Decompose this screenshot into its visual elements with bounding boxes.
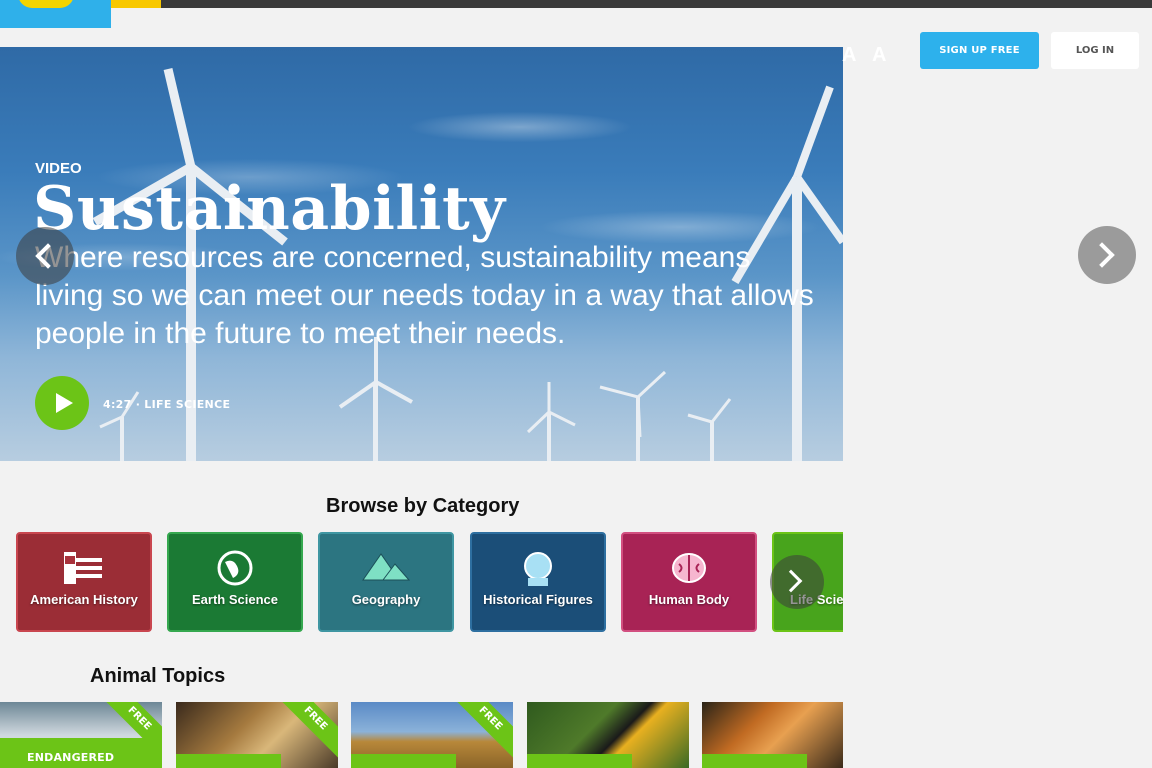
- portrait-icon: [524, 552, 552, 586]
- text-size-small-toggle[interactable]: A: [842, 44, 856, 67]
- sign-up-button[interactable]: SIGN UP FREE: [920, 32, 1039, 69]
- animal-topics-title: Animal Topics: [90, 665, 226, 687]
- category-label: Geography: [351, 592, 421, 607]
- brain-icon: [672, 553, 706, 583]
- category-card-earth-science[interactable]: Earth Science: [167, 532, 303, 632]
- animal-card-endangered[interactable]: FREE ENDANGERED: [0, 702, 162, 768]
- hero-prev-button[interactable]: [16, 227, 74, 285]
- top-bar-accent: [111, 0, 161, 8]
- category-label: Earth Science: [192, 592, 278, 607]
- play-icon: [56, 393, 73, 413]
- category-card-geography[interactable]: Geography: [318, 532, 454, 632]
- hero-title: Sustainability: [33, 174, 506, 244]
- animal-card-bar: [527, 754, 632, 768]
- animal-card-bar: [702, 754, 807, 768]
- chevron-left-icon: [35, 243, 61, 269]
- animal-card-lion[interactable]: FREE: [351, 702, 513, 768]
- animal-card-toucan[interactable]: [527, 702, 689, 768]
- category-label: Human Body: [648, 592, 730, 607]
- text-size-large-toggle[interactable]: A: [872, 44, 886, 67]
- category-next-button[interactable]: [770, 555, 824, 609]
- hero-next-button[interactable]: [1078, 226, 1136, 284]
- category-label: American History: [30, 592, 138, 607]
- category-card-human-body[interactable]: Human Body: [621, 532, 757, 632]
- animal-card-bar: [176, 754, 281, 768]
- category-card-american-history[interactable]: American History: [16, 532, 152, 632]
- log-in-button[interactable]: LOG IN: [1051, 32, 1139, 69]
- chevron-right-icon: [1089, 242, 1115, 268]
- free-badge: FREE: [450, 702, 513, 759]
- site-logo[interactable]: [0, 0, 111, 28]
- top-bar: [0, 0, 1152, 8]
- animal-card-tiger[interactable]: [702, 702, 843, 768]
- browse-category-title: Browse by Category: [326, 495, 520, 517]
- chevron-right-icon: [779, 569, 803, 593]
- animal-card-bar: [351, 754, 456, 768]
- free-badge: FREE: [275, 702, 338, 759]
- mountain-icon: [362, 553, 411, 581]
- hero-description: Where resources are concerned, sustainab…: [35, 241, 814, 350]
- hero-banner: VIDEO Sustainability Where resources are…: [0, 47, 843, 461]
- content-clip: [843, 470, 1152, 768]
- hero-meta: 4:27 · LIFE SCIENCE: [103, 398, 231, 411]
- flag-icon: [64, 552, 102, 584]
- globe-icon: [217, 550, 253, 586]
- play-video-button[interactable]: [35, 376, 89, 430]
- page-root: VIDEO Sustainability Where resources are…: [0, 0, 1152, 768]
- animal-card-label: ENDANGERED: [27, 751, 115, 764]
- animal-card-leopard[interactable]: FREE: [176, 702, 338, 768]
- category-label: Historical Figures: [483, 592, 593, 607]
- category-card-historical-figures[interactable]: Historical Figures: [470, 532, 606, 632]
- brand-logo-icon: [18, 0, 74, 8]
